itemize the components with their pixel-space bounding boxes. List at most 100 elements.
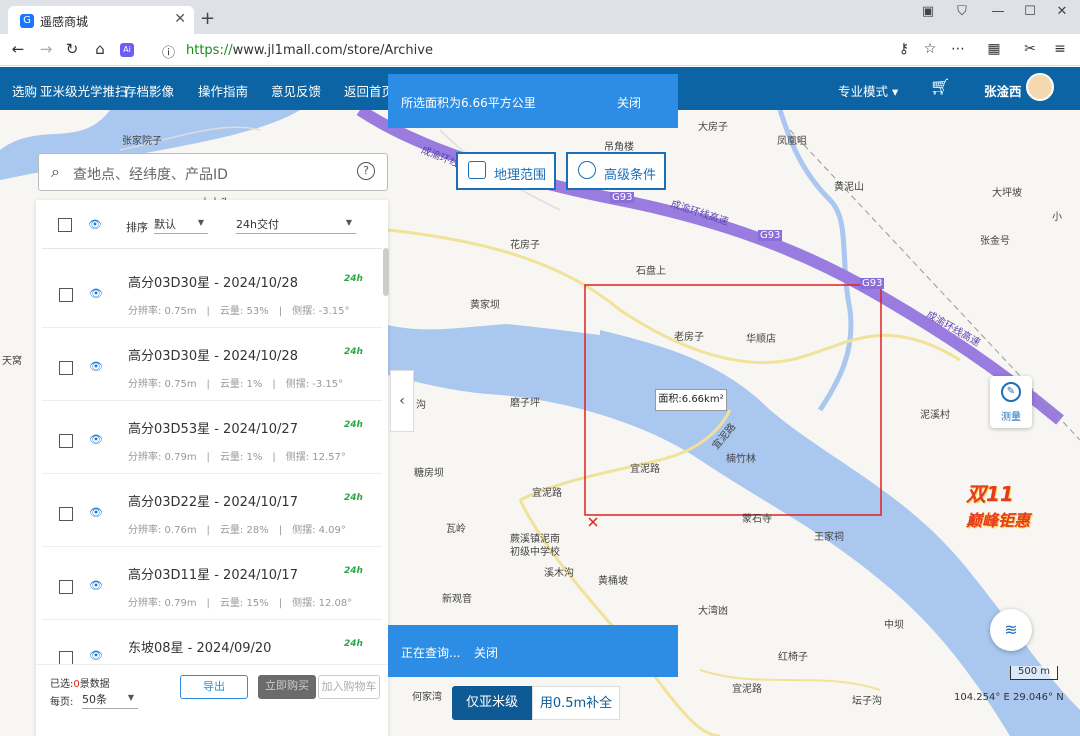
chevron-down-icon: ▾	[892, 84, 899, 99]
hand-pointer-icon	[578, 161, 596, 179]
list-item[interactable]: 👁︎ 高分03D22星 - 2024/10/17 24h 分辨率: 0.76m …	[42, 475, 382, 547]
item-checkbox[interactable]	[59, 361, 73, 375]
fill-05m-tab[interactable]: 用0.5m补全	[532, 686, 620, 720]
reload-icon[interactable]: ↻	[60, 40, 84, 58]
map-label: 黄泥山	[834, 182, 864, 193]
per-page-label: 每页:	[50, 697, 74, 708]
chevron-down-icon: ▼	[345, 218, 352, 227]
search-box[interactable]: ⌕ 查地点、经纬度、产品ID ?	[38, 153, 388, 191]
map-label: 沟	[416, 400, 426, 411]
select-all-checkbox[interactable]	[58, 218, 72, 232]
road-code-badge: G93	[758, 230, 783, 241]
coordinate-readout: 104.254° E 29.046° N	[954, 692, 1064, 703]
road-code-badge: G93	[610, 192, 635, 203]
list-item[interactable]: 👁︎ 高分03D53星 - 2024/10/27 24h 分辨率: 0.79m …	[42, 402, 382, 474]
map-label: 小	[1052, 212, 1062, 223]
query-notice-close[interactable]: 关闭	[474, 644, 498, 661]
scissors-icon[interactable]: ✂	[1020, 41, 1040, 57]
new-tab-icon[interactable]: +	[200, 8, 215, 29]
eye-icon[interactable]: 👁︎	[89, 433, 103, 446]
area-notice-close[interactable]: 关闭	[617, 94, 641, 111]
selected-count: 已选:0景数据	[50, 679, 110, 690]
user-name[interactable]: 张淦西	[984, 81, 1022, 100]
map-label: 初级中学校	[510, 547, 560, 558]
query-notice: 正在查询... 关闭	[388, 625, 678, 677]
search-input[interactable]: 查地点、经纬度、产品ID	[73, 164, 228, 184]
more-icon[interactable]: ⋯	[948, 41, 968, 57]
map-label: 华顺店	[746, 334, 776, 345]
help-icon[interactable]: ?	[357, 162, 375, 180]
home-icon[interactable]: ⌂	[88, 40, 112, 58]
promo-badge[interactable]: 双11 巅峰钜惠	[966, 478, 1030, 531]
submeter-only-tab[interactable]: 仅亚米级	[452, 686, 532, 720]
search-icon: ⌕	[51, 162, 60, 181]
close-tab-icon[interactable]: ✕	[174, 11, 186, 27]
eye-icon[interactable]: 👁︎	[89, 579, 103, 592]
measure-label: 测量	[1001, 412, 1021, 423]
eye-icon[interactable]: 👁︎	[89, 360, 103, 373]
nav-home[interactable]: 返回首页	[344, 81, 394, 100]
item-checkbox[interactable]	[59, 580, 73, 594]
advanced-filter-button[interactable]: 高级条件	[566, 152, 666, 190]
favorite-star-icon[interactable]: ☆	[920, 41, 940, 57]
divider	[42, 248, 382, 249]
shield-icon[interactable]: ⛉	[948, 4, 976, 19]
eye-icon[interactable]: 👁︎	[89, 649, 103, 662]
collapse-panel-button[interactable]: ‹	[390, 370, 414, 432]
per-page-select[interactable]: 50条 ▼	[82, 691, 138, 709]
ruler-pen-icon: ✎	[1001, 382, 1021, 402]
nav-purchase[interactable]: 选购	[12, 81, 37, 100]
eye-icon[interactable]: 👁︎	[89, 287, 103, 300]
layers-icon: ≋	[1004, 620, 1018, 639]
ai-assistant-icon[interactable]: Ai	[120, 43, 134, 57]
buy-now-button[interactable]: 立即购买	[258, 675, 316, 699]
item-title: 东坡08星 - 2024/09/20	[128, 641, 272, 656]
export-button[interactable]: 导出	[180, 675, 248, 699]
nav-archive-imagery[interactable]: 存档影像	[124, 81, 174, 100]
grid-apps-icon[interactable]: ▦	[984, 41, 1004, 57]
delivery-select[interactable]: 24h交付 ▼	[236, 216, 356, 234]
measure-button[interactable]: ✎ 测量	[990, 376, 1032, 428]
close-window-icon[interactable]: ✕	[1048, 4, 1076, 19]
road-yellow-4	[699, 669, 881, 691]
maximize-icon[interactable]: ☐	[1016, 4, 1044, 19]
eye-icon[interactable]: 👁︎	[89, 506, 103, 519]
cart-icon[interactable]: 🛒︎	[930, 77, 950, 96]
map-label: 磨子坪	[510, 398, 540, 409]
site-info-icon[interactable]: ⓘ	[162, 42, 175, 61]
eye-icon[interactable]: 👁︎	[88, 218, 102, 231]
nav-feedback[interactable]: 意见反馈	[271, 81, 321, 100]
back-icon[interactable]: ←	[6, 40, 30, 58]
map-label: 楠竹林	[726, 454, 756, 465]
item-meta: 分辨率: 0.75m | 云量: 1% | 侧摆: -3.15°	[128, 379, 344, 390]
item-checkbox[interactable]	[59, 651, 73, 664]
road-label: 宜泥路	[630, 464, 660, 475]
geo-range-button[interactable]: 地理范围	[456, 152, 556, 190]
map-label: 中坝	[884, 620, 904, 631]
add-to-cart-button[interactable]: 加入购物车	[318, 675, 380, 699]
layers-button[interactable]: ≋	[990, 609, 1032, 651]
panel-footer: 已选:0景数据 每页: 50条 ▼ 导出 立即购买 加入购物车	[36, 664, 388, 736]
nav-guide[interactable]: 操作指南	[198, 81, 248, 100]
mode-dropdown[interactable]: 专业模式 ▾	[838, 81, 898, 100]
map-label: 糖房坝	[414, 468, 444, 479]
list-item[interactable]: 👁︎ 东坡08星 - 2024/09/20 24h	[42, 621, 382, 664]
list-item[interactable]: 👁︎ 高分03D30星 - 2024/10/28 24h 分辨率: 0.75m …	[42, 329, 382, 401]
forward-icon[interactable]: →	[34, 40, 58, 58]
sort-select[interactable]: 默认 ▼	[154, 216, 208, 234]
item-checkbox[interactable]	[59, 288, 73, 302]
item-checkbox[interactable]	[59, 434, 73, 448]
item-checkbox[interactable]	[59, 507, 73, 521]
collections-icon[interactable]: ▣	[914, 4, 942, 19]
avatar[interactable]	[1026, 73, 1054, 101]
key-icon[interactable]: ⚷	[894, 41, 914, 57]
list-scrollbar[interactable]	[383, 248, 389, 296]
nav-submeter-pushbroom[interactable]: 亚米级光学推扫	[40, 81, 128, 100]
url-field[interactable]: ⓘ https://www.jl1mall.com/store/Archive	[154, 38, 884, 62]
list-item[interactable]: 👁︎ 高分03D30星 - 2024/10/28 24h 分辨率: 0.75m …	[42, 256, 382, 328]
browser-tab[interactable]: G 遥感商城 ✕	[8, 6, 194, 34]
list-item[interactable]: 👁︎ 高分03D11星 - 2024/10/17 24h 分辨率: 0.79m …	[42, 548, 382, 620]
menu-icon[interactable]: ≡	[1050, 41, 1070, 57]
map-label: 红椅子	[778, 652, 808, 663]
minimize-icon[interactable]: —	[984, 4, 1012, 19]
